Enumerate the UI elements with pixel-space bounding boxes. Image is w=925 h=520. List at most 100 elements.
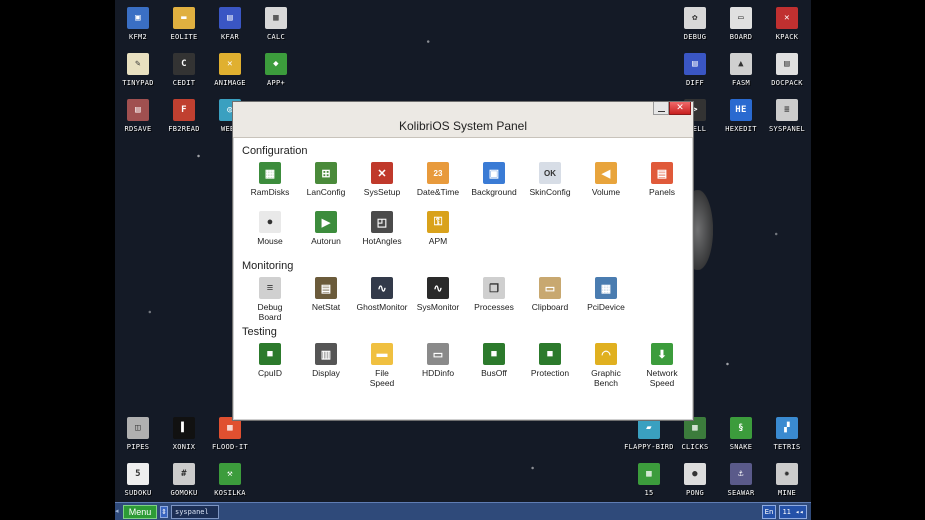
desktop-icon-tetris[interactable]: ▞ TETRIS xyxy=(759,417,811,451)
panel-item-mouse[interactable]: ● Mouse xyxy=(242,211,298,256)
panel-item-label: SysMonitor xyxy=(416,302,460,312)
window-titlebar[interactable]: KolibriOS System Panel ✕ xyxy=(233,102,693,138)
panel-item-label: RamDisks xyxy=(250,187,290,197)
desktop-icon-kosilka[interactable]: ⚒ KOSILKA xyxy=(202,463,258,497)
desktop-icon-calc[interactable]: ▦ CALC xyxy=(248,7,304,41)
panel-item-label: Background xyxy=(471,187,517,197)
panel-item-label: Mouse xyxy=(257,236,283,246)
panel-item-apm[interactable]: ⚿ APM xyxy=(410,211,466,256)
desktop-icon-label: KPACK xyxy=(775,33,799,41)
panel-item-panels[interactable]: ▤ Panels xyxy=(634,162,690,207)
panel-item-volume[interactable]: ◀ Volume xyxy=(578,162,634,207)
panel-item-display[interactable]: ▥ Display xyxy=(298,343,354,388)
panel-item-hddinfo[interactable]: ▭ HDDinfo xyxy=(410,343,466,388)
panel-item-label: PciDevice xyxy=(587,302,625,312)
tetris-icon: ▞ xyxy=(776,417,798,439)
panel-item-label: Debug Board xyxy=(257,302,283,322)
taskbar-left-arrow-icon[interactable]: ◂ xyxy=(115,507,121,517)
section-grid-testing: ■ CpuID ▥ Display ▬ File Speed ▭ HDDinfo ■ BusOff ■… xyxy=(242,343,690,392)
panel-item-clipboard[interactable]: ▭ Clipboard xyxy=(522,277,578,322)
pong-icon: ● xyxy=(684,463,706,485)
desktop-icon-kpack[interactable]: ✕ KPACK xyxy=(759,7,811,41)
panel-item-label: Volume xyxy=(591,187,621,197)
panel-item-label: BusOff xyxy=(481,368,507,378)
planet-wallpaper-decoration xyxy=(691,190,713,270)
folder-icon: ▬ xyxy=(173,7,195,29)
menu-button[interactable]: Menu xyxy=(123,505,157,519)
apm-icon: ⚿ xyxy=(427,211,449,233)
panel-item-label: SkinConfig xyxy=(529,187,571,197)
panel-item-label: APM xyxy=(428,236,448,246)
desktop-icon-docpack[interactable]: ▤ DOCPACK xyxy=(759,53,811,87)
mine-icon: ✹ xyxy=(776,463,798,485)
calendar-icon: 23 xyxy=(427,162,449,184)
minimize-button[interactable] xyxy=(653,102,669,115)
kfar-icon: ▤ xyxy=(219,7,241,29)
panel-item-graphic-bench[interactable]: ◠ Graphic Bench xyxy=(578,343,634,388)
panel-item-hotangles[interactable]: ◰ HotAngles xyxy=(354,211,410,256)
hexedit-icon: HE xyxy=(730,99,752,121)
tools-icon: ✕ xyxy=(371,162,393,184)
pipes-icon: ◫ xyxy=(127,417,149,439)
clock[interactable]: 11 ◂◂ xyxy=(779,505,807,519)
panel-item-label: LanConfig xyxy=(306,187,346,197)
rdsave-icon: ▤ xyxy=(127,99,149,121)
panel-item-label: Graphic Bench xyxy=(591,368,621,388)
desktop-icon-flood-it[interactable]: ▦ FLOOD-IT xyxy=(202,417,258,451)
panel-item-lanconfig[interactable]: ⊞ LanConfig xyxy=(298,162,354,207)
panel-item-date-time[interactable]: 23 Date&Time xyxy=(410,162,466,207)
xonix-icon: ▌ xyxy=(173,417,195,439)
fb2-icon: F xyxy=(173,99,195,121)
panel-item-label: Display xyxy=(312,368,340,378)
panel-item-skinconfig[interactable]: OK SkinConfig xyxy=(522,162,578,207)
monitor-colors-icon: ▣ xyxy=(483,162,505,184)
panel-item-label: Processes xyxy=(474,302,514,312)
panel-item-file-speed[interactable]: ▬ File Speed xyxy=(354,343,410,388)
desktop-icon-app-[interactable]: ◆ APP+ xyxy=(248,53,304,87)
desktop-icon-mine[interactable]: ✹ MINE xyxy=(759,463,811,497)
section-grid-configuration: ▦ RamDisks ⊞ LanConfig ✕ SysSetup 23 Date&Time ▣… xyxy=(242,162,690,260)
taskbar-item-syspanel[interactable]: syspanel xyxy=(171,505,219,519)
autorun-icon: ▶ xyxy=(315,211,337,233)
download-icon: ⬇ xyxy=(651,343,673,365)
panel-item-network-speed[interactable]: ⬇ Network Speed xyxy=(634,343,690,388)
panel-item-processes[interactable]: ❐ Processes xyxy=(466,277,522,322)
close-button[interactable]: ✕ xyxy=(669,102,691,115)
fifteen-icon: ▦ xyxy=(638,463,660,485)
taskbar: ◂ Menu ⇕ syspanel En 11 ◂◂ xyxy=(115,502,811,520)
panel-item-label: NetStat xyxy=(311,302,341,312)
window-body: Configuration ▦ RamDisks ⊞ LanConfig ✕ SysSetu… xyxy=(233,138,693,392)
panel-item-pcidevice[interactable]: ▦ PciDevice xyxy=(578,277,634,322)
section-grid-monitoring: ≡ Debug Board ▤ NetStat ∿ GhostMonitor ∿ SysMoni… xyxy=(242,277,690,326)
syspanel-icon: ≡ xyxy=(776,99,798,121)
ghost-monitor-icon: ∿ xyxy=(371,277,393,299)
section-title-testing: Testing xyxy=(242,326,277,338)
panel-item-cpuid[interactable]: ■ CpuID xyxy=(242,343,298,388)
panel-item-sysmonitor[interactable]: ∿ SysMonitor xyxy=(410,277,466,322)
desktop-icon-label: FLOOD-IT xyxy=(211,443,249,451)
panel-item-debug-board[interactable]: ≡ Debug Board xyxy=(242,277,298,322)
panel-item-netstat[interactable]: ▤ NetStat xyxy=(298,277,354,322)
panel-item-ramdisks[interactable]: ▦ RamDisks xyxy=(242,162,298,207)
panel-item-label: Network Speed xyxy=(646,368,678,388)
window-title: KolibriOS System Panel xyxy=(398,119,528,133)
floppy-icon: ▣ xyxy=(127,7,149,29)
docpack-icon: ▤ xyxy=(776,53,798,75)
switch-icon[interactable]: ⇕ xyxy=(160,506,168,518)
panel-item-autorun[interactable]: ▶ Autorun xyxy=(298,211,354,256)
ramdisk-icon: ▦ xyxy=(259,162,281,184)
language-indicator[interactable]: En xyxy=(762,505,776,519)
panel-item-busoff[interactable]: ■ BusOff xyxy=(466,343,522,388)
sudoku-icon: 5 xyxy=(127,463,149,485)
pci-device-icon: ▦ xyxy=(595,277,617,299)
desktop-icon-syspanel[interactable]: ≡ SYSPANEL xyxy=(759,99,811,133)
hdd-icon: ▭ xyxy=(427,343,449,365)
kpack-icon: ✕ xyxy=(776,7,798,29)
panel-item-background[interactable]: ▣ Background xyxy=(466,162,522,207)
speaker-icon: ◀ xyxy=(595,162,617,184)
display-icon: ▥ xyxy=(315,343,337,365)
panel-item-ghostmonitor[interactable]: ∿ GhostMonitor xyxy=(354,277,410,322)
panel-item-syssetup[interactable]: ✕ SysSetup xyxy=(354,162,410,207)
panel-item-protection[interactable]: ■ Protection xyxy=(522,343,578,388)
fasm-icon: ▲ xyxy=(730,53,752,75)
